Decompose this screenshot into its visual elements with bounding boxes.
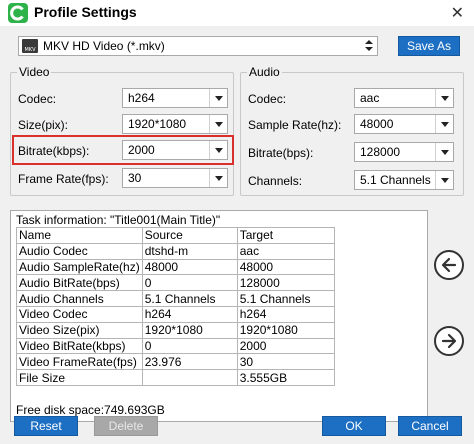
dropdown-arrow-icon[interactable] (209, 169, 227, 187)
table-cell: dtshd-m (141, 242, 238, 260)
table-cell: h264 (141, 305, 238, 323)
table-cell: Audio BitRate(bps) (16, 274, 143, 292)
table-cell: Video BitRate(kbps) (16, 337, 143, 355)
table-header-row: Name Source Target (16, 227, 335, 244)
table-cell: Video Size(pix) (16, 321, 143, 339)
table-cell: Video FrameRate(fps) (16, 353, 143, 371)
table-cell: 3.555GB (236, 369, 335, 386)
task-info-panel: Task information: "Title001(Main Title)"… (10, 210, 428, 422)
video-codec-label: Codec: (18, 92, 57, 106)
table-row: File Size 3.555GB (16, 369, 335, 386)
video-framerate-label: Frame Rate(fps): (18, 172, 109, 186)
profile-select-value: MKV HD Video (*.mkv) (43, 39, 165, 53)
table-row: Audio Channels 5.1 Channels 5.1 Channels (16, 290, 335, 307)
video-size-select[interactable]: 1920*1080 (122, 114, 228, 134)
audio-codec-value: aac (360, 91, 380, 105)
table-cell: 23.976 (141, 353, 238, 371)
table-row: Audio Codec dtshd-m aac (16, 242, 335, 260)
table-cell: File Size (16, 369, 143, 386)
table-cell: h264 (236, 305, 335, 323)
window-title: Profile Settings (34, 4, 137, 20)
audio-bitrate-label: Bitrate(bps): (248, 146, 314, 160)
table-row: Video Codec h264 h264 (16, 305, 335, 323)
audio-bitrate-select[interactable]: 128000 (354, 142, 454, 162)
save-as-button[interactable]: Save As (398, 36, 460, 56)
video-bitrate-value: 2000 (128, 143, 155, 157)
video-codec-select[interactable]: h264 (122, 88, 228, 108)
mkv-file-icon (22, 39, 38, 53)
video-codec-value: h264 (128, 91, 155, 105)
table-cell: 2000 (236, 337, 335, 355)
table-row: Audio SampleRate(hz) 48000 48000 (16, 258, 335, 276)
table-cell: Audio Codec (16, 242, 143, 260)
audio-channels-value: 5.1 Channels (360, 173, 431, 187)
table-cell: Video Codec (16, 305, 143, 323)
previous-title-button[interactable] (434, 250, 464, 280)
cancel-button[interactable]: Cancel (398, 416, 462, 436)
dropdown-arrow-icon[interactable] (209, 89, 227, 107)
table-cell: aac (236, 242, 335, 260)
video-group-label: Video (17, 65, 52, 79)
audio-channels-label: Channels: (248, 174, 303, 188)
dropdown-arrow-icon[interactable] (435, 171, 453, 189)
table-cell: 30 (236, 353, 335, 371)
table-cell: 128000 (236, 274, 335, 292)
arrow-left-icon (441, 257, 457, 273)
dropdown-arrow-icon[interactable] (435, 89, 453, 107)
table-cell: 1920*1080 (236, 321, 335, 339)
video-framerate-select[interactable]: 30 (122, 168, 228, 188)
spinner-arrows-icon[interactable] (361, 37, 377, 55)
table-row: Video FrameRate(fps) 23.976 30 (16, 353, 335, 371)
table-cell: 5.1 Channels (236, 290, 335, 307)
video-bitrate-label: Bitrate(kbps): (18, 144, 90, 158)
audio-bitrate-value: 128000 (360, 145, 401, 159)
video-bitrate-select[interactable]: 2000 (122, 140, 228, 160)
table-cell: Audio Channels (16, 290, 143, 307)
reset-button[interactable]: Reset (14, 416, 78, 436)
table-header-cell: Source (141, 227, 238, 244)
video-size-label: Size(pix): (18, 118, 69, 132)
dropdown-arrow-icon[interactable] (209, 115, 227, 133)
audio-codec-select[interactable]: aac (354, 88, 454, 108)
table-header-cell: Target (236, 227, 335, 244)
table-cell: 0 (141, 337, 238, 355)
table-row: Audio BitRate(bps) 0 128000 (16, 274, 335, 292)
table-cell: 5.1 Channels (141, 290, 238, 307)
arrow-right-icon (441, 333, 457, 349)
table-row: Video Size(pix) 1920*1080 1920*1080 (16, 321, 335, 339)
delete-button[interactable]: Delete (94, 416, 158, 436)
title-bar: Profile Settings ✕ (0, 0, 474, 26)
app-logo-icon (8, 3, 28, 23)
video-size-value: 1920*1080 (128, 117, 187, 131)
dropdown-arrow-icon[interactable] (435, 115, 453, 133)
audio-channels-select[interactable]: 5.1 Channels (354, 170, 454, 190)
table-cell (141, 369, 238, 386)
profile-select[interactable]: MKV HD Video (*.mkv) (18, 36, 378, 56)
table-cell: 48000 (141, 258, 238, 276)
video-framerate-value: 30 (128, 171, 142, 185)
table-cell: 48000 (236, 258, 335, 276)
table-cell: 1920*1080 (141, 321, 238, 339)
close-icon[interactable]: ✕ (451, 3, 464, 22)
audio-samplerate-label: Sample Rate(hz): (248, 118, 342, 132)
audio-codec-label: Codec: (248, 92, 287, 106)
table-cell: 0 (141, 274, 238, 292)
dialog-body: MKV HD Video (*.mkv) Save As Video Codec… (0, 26, 474, 444)
audio-samplerate-value: 48000 (360, 117, 394, 131)
task-info-table: Name Source Target Audio Codec dtshd-m a… (16, 227, 335, 386)
table-header-cell: Name (16, 227, 143, 244)
task-info-title: Task information: "Title001(Main Title)" (16, 213, 221, 227)
audio-group-label: Audio (247, 65, 282, 79)
ok-button[interactable]: OK (322, 416, 386, 436)
table-row: Video BitRate(kbps) 0 2000 (16, 337, 335, 355)
free-disk-space: Free disk space:749.693GB (16, 403, 165, 417)
audio-samplerate-select[interactable]: 48000 (354, 114, 454, 134)
table-cell: Audio SampleRate(hz) (16, 258, 143, 276)
dropdown-arrow-icon[interactable] (209, 141, 227, 159)
dropdown-arrow-icon[interactable] (435, 143, 453, 161)
next-title-button[interactable] (434, 326, 464, 356)
